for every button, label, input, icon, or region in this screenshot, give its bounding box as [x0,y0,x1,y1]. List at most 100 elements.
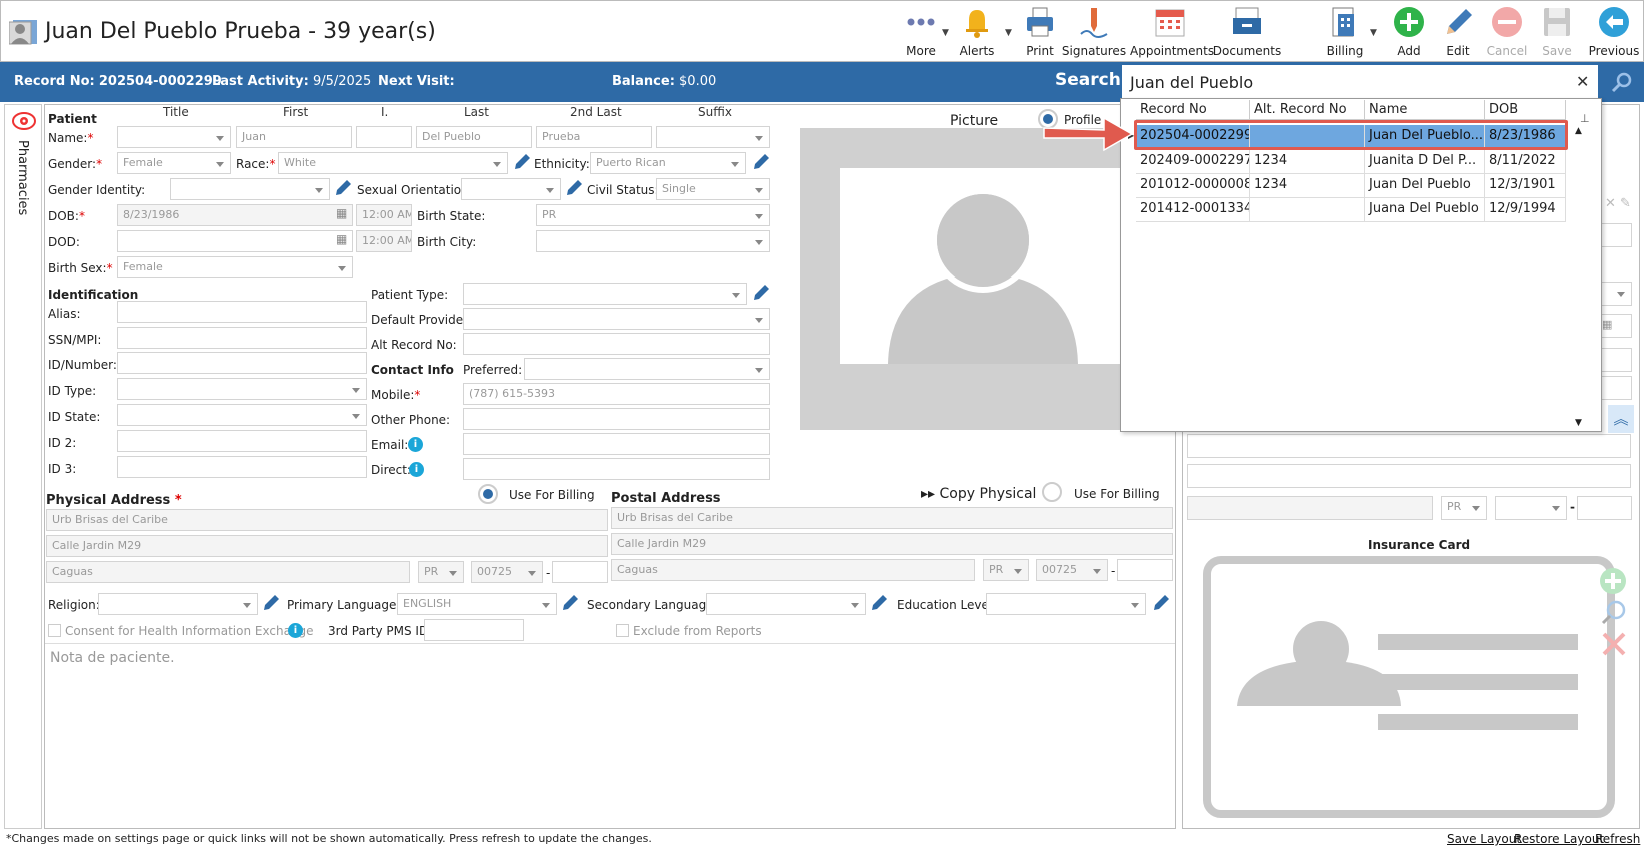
education-level-select[interactable] [986,593,1146,615]
dod-time-field[interactable]: 12:00 AM [356,230,412,252]
pin-icon[interactable]: ⊥ [1580,112,1590,125]
patient-notes-area[interactable] [45,643,1175,829]
sexual-orientation-select[interactable] [461,178,561,200]
insurance-zip-select[interactable] [1495,496,1567,520]
third-party-pms-field[interactable] [424,619,524,641]
physical-address-line1[interactable]: Urb Brisas del Caribe [46,509,608,531]
pencil-icon[interactable] [751,283,771,303]
insurance-field-5[interactable] [1187,464,1631,488]
title-select[interactable] [117,126,231,148]
scroll-up-icon[interactable]: ▲ [1571,126,1586,138]
physical-use-for-billing-radio[interactable] [478,484,498,504]
billing-button[interactable]: Billing [1317,4,1373,58]
results-header-alt-record[interactable]: Alt. Record No [1250,100,1365,120]
exclude-reports-checkbox[interactable] [616,624,629,637]
search-icon[interactable] [1600,598,1628,626]
last-name-field[interactable]: Del Pueblo [416,126,532,148]
other-phone-field[interactable] [463,408,770,430]
middle-initial-field[interactable] [356,126,412,148]
restore-layout-link[interactable]: Restore Layout [1514,832,1604,846]
pencil-icon[interactable] [869,593,889,613]
panel-close-edit-icons[interactable]: ✕ ✎ [1600,193,1630,219]
cancel-button[interactable]: Cancel [1479,4,1535,58]
alerts-button[interactable]: Alerts [944,4,1010,58]
postal-state-select[interactable]: PR [983,559,1029,581]
physical-city-field[interactable]: Caguas [46,561,410,583]
birth-state-select[interactable]: PR [536,204,770,226]
religion-select[interactable] [98,593,258,615]
pencil-icon[interactable] [333,178,353,198]
signatures-button[interactable]: Signatures [1061,4,1127,58]
first-name-field[interactable]: Juan [236,126,352,148]
id-type-select[interactable] [117,378,367,400]
race-select[interactable]: White [278,152,508,174]
dob-field[interactable]: 8/23/1986 [117,204,353,226]
edit-button[interactable]: Edit [1430,4,1486,58]
physical-zip-select[interactable]: 00725 [471,561,543,583]
primary-language-select[interactable]: ENGLISH [397,593,557,615]
alt-record-field[interactable] [463,333,770,355]
insurance-city-field[interactable] [1187,496,1433,520]
results-header-dob[interactable]: DOB [1485,100,1566,120]
pencil-icon[interactable] [1151,593,1171,613]
search-button[interactable] [1600,64,1644,102]
secondary-language-select[interactable] [706,593,866,615]
id-number-field[interactable] [117,352,367,374]
ssn-field[interactable] [117,327,367,349]
default-provider-select[interactable] [463,308,770,330]
pharmacies-tab[interactable]: Pharmacies [15,140,30,215]
email-field[interactable] [463,433,770,455]
insurance-state-select[interactable]: PR [1441,496,1487,520]
close-icon[interactable]: ✕ [1576,72,1589,91]
info-icon[interactable]: i [408,437,423,452]
direct-field[interactable] [463,458,770,480]
documents-button[interactable]: Documents [1211,4,1283,58]
scroll-down-icon[interactable]: ▼ [1571,418,1586,430]
id-state-select[interactable] [117,404,367,426]
calendar-small-icon[interactable]: ▦ [336,206,347,220]
pencil-icon[interactable] [512,152,532,172]
postal-use-for-billing-radio[interactable] [1042,482,1062,502]
patient-search-input[interactable]: Juan del Pueblo [1121,64,1599,102]
add-icon[interactable] [1598,566,1628,596]
billing-dropdown-caret-icon[interactable]: ▼ [1370,28,1377,38]
consent-hie-checkbox[interactable] [48,624,61,637]
info-icon[interactable]: i [288,623,303,638]
add-button[interactable]: Add [1381,4,1437,58]
eye-icon[interactable] [11,111,37,131]
insurance-zip-ext-field[interactable] [1577,496,1632,520]
collapse-up-icon[interactable]: ︽ [1608,405,1634,433]
info-icon[interactable]: i [409,462,424,477]
postal-zip-ext-field[interactable] [1117,559,1173,581]
civil-status-select[interactable]: Single [656,178,770,200]
second-last-name-field[interactable]: Prueba [536,126,652,148]
pencil-icon[interactable] [751,152,771,172]
ethnicity-select[interactable]: Puerto Rican [590,152,746,174]
id2-field[interactable] [117,430,367,452]
postal-zip-select[interactable]: 00725 [1036,559,1108,581]
physical-zip-ext-field[interactable] [552,561,608,583]
results-header-record[interactable]: Record No [1136,100,1250,120]
physical-state-select[interactable]: PR [418,561,464,583]
alias-field[interactable] [117,301,367,323]
copy-physical-button[interactable]: ▸▸ Copy Physical [921,486,1036,502]
postal-address-line1[interactable]: Urb Brisas del Caribe [611,507,1173,529]
postal-address-line2[interactable]: Calle Jardin M29 [611,533,1173,555]
gender-identity-select[interactable] [170,178,330,200]
id3-field[interactable] [117,456,367,478]
refresh-link[interactable]: Refresh [1595,832,1640,846]
calendar-small-icon[interactable]: ▦ [336,232,347,246]
appointments-button[interactable]: Appointments [1130,4,1214,58]
previous-button[interactable]: Previous [1584,4,1644,58]
postal-city-field[interactable]: Caguas [611,559,975,581]
birth-city-select[interactable] [536,230,770,252]
dob-time-field[interactable]: 12:00 AM [356,204,412,226]
preferred-contact-select[interactable] [524,358,770,380]
dod-field[interactable] [117,230,353,252]
pencil-icon[interactable] [560,593,580,613]
pencil-icon[interactable] [261,593,281,613]
mobile-field[interactable]: (787) 615-5393 [463,383,770,405]
insurance-card-placeholder[interactable] [1203,556,1615,818]
save-button[interactable]: Save [1529,4,1585,58]
birth-sex-select[interactable]: Female [117,256,353,278]
